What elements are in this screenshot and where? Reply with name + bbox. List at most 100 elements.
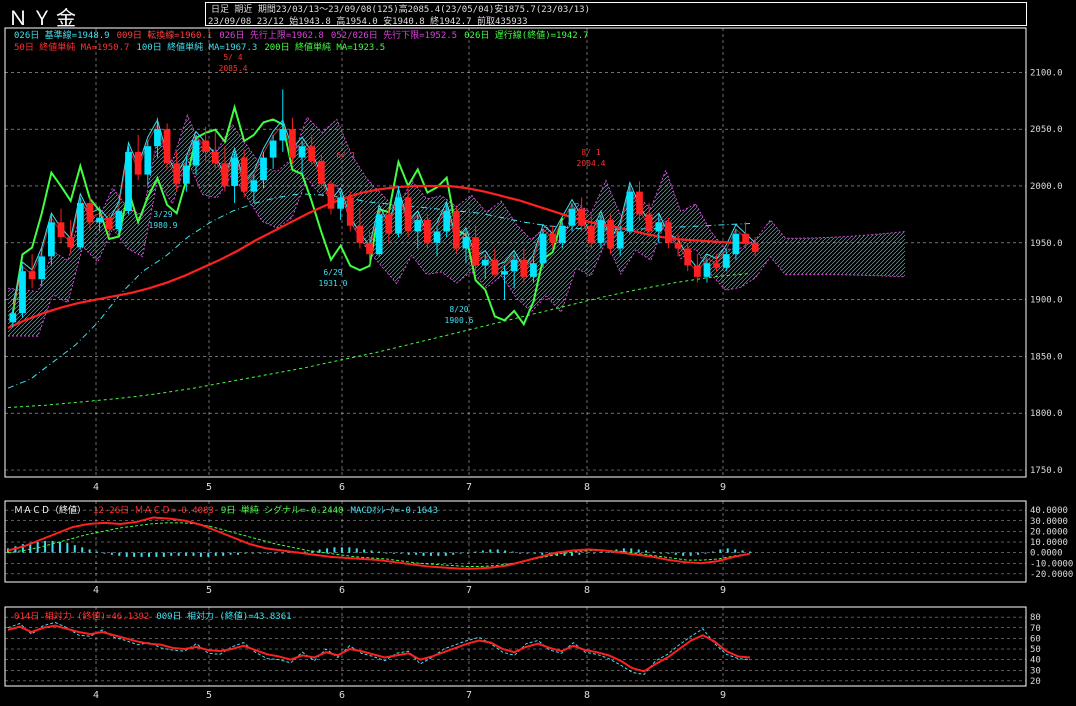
macd-histogram-bar — [162, 552, 165, 557]
candle-down — [163, 129, 171, 164]
annotation-date: 6/ 1 — [336, 151, 355, 160]
candle-up — [626, 191, 634, 232]
macd-histogram-bar — [44, 540, 47, 553]
annotation-price: 1900.6 — [445, 316, 474, 325]
macd-histogram-bar — [444, 552, 447, 556]
macd-histogram-bar — [719, 549, 722, 553]
rsi-x-tick-label: 6 — [339, 690, 345, 701]
macd-histogram-bar — [88, 549, 91, 553]
macd-histogram-bar — [58, 542, 61, 553]
macd-x-tick-label: 9 — [720, 585, 726, 596]
macd-histogram-bar — [73, 545, 76, 553]
x-tick-label: 9 — [720, 482, 726, 493]
macd-histogram-bar — [659, 552, 662, 554]
macd-histogram-bar — [118, 552, 121, 556]
macd-histogram-bar — [170, 552, 173, 556]
macd-histogram-bar — [385, 552, 388, 554]
macd-histogram-bar — [496, 549, 499, 553]
candle-up — [732, 233, 740, 255]
candle-up — [433, 231, 441, 243]
macd-histogram-bar — [378, 551, 380, 553]
macd-histogram-bar — [199, 552, 202, 557]
macd-histogram-bar — [600, 551, 603, 553]
macd-histogram-bar — [474, 551, 477, 553]
candle-up — [568, 208, 576, 226]
rsi-y-tick-label: 40 — [1030, 656, 1041, 666]
candle-down — [86, 203, 94, 223]
x-tick-label: 4 — [93, 482, 99, 493]
macd-histogram-bar — [348, 547, 351, 553]
candle-up — [655, 222, 663, 232]
rsi-x-tick-label: 8 — [584, 690, 590, 701]
macd-histogram-bar — [674, 552, 677, 555]
macd-histogram-bar — [593, 552, 596, 554]
macd-y-tick-label: -20.0000 — [1030, 570, 1073, 580]
macd-line — [7, 516, 751, 570]
macd-histogram-bar — [355, 548, 358, 553]
macd-histogram-bar — [541, 552, 544, 555]
macd-histogram-bar — [518, 552, 521, 554]
candle-down — [587, 225, 595, 243]
candle-up — [501, 271, 508, 275]
candle-down — [105, 217, 113, 230]
macd-y-tick-label: -10.0000 — [1030, 559, 1073, 569]
x-tick-label: 8 — [584, 482, 590, 493]
candle-down — [211, 151, 219, 164]
macd-histogram-bar — [749, 551, 751, 553]
macd-histogram-bar — [363, 549, 366, 553]
candle-down — [607, 220, 614, 249]
candle-down — [636, 191, 643, 215]
macd-histogram-bar — [459, 552, 462, 554]
macd-histogram-bar — [481, 550, 484, 553]
macd-histogram-bar — [222, 552, 225, 556]
candle-up — [414, 220, 422, 232]
candle-up — [703, 263, 711, 277]
macd-histogram-bar — [689, 552, 692, 556]
annotation-date: 3/29 — [153, 210, 172, 219]
candle-up — [48, 222, 55, 257]
main-y-tick-label: 2050.0 — [1030, 125, 1063, 135]
candle-down — [173, 163, 181, 184]
macd-histogram-bar — [207, 552, 210, 557]
rsi9-line — [7, 621, 751, 676]
candle-up — [192, 140, 200, 166]
macd-histogram-bar — [533, 552, 536, 554]
macd-histogram-bar — [452, 552, 455, 555]
macd-histogram-bar — [570, 552, 573, 556]
macd-histogram-bar — [697, 552, 700, 555]
candle-up — [298, 146, 306, 158]
macd-histogram-bar — [103, 552, 106, 554]
candle-down — [491, 259, 499, 275]
macd-histogram-bar — [711, 551, 714, 553]
candle-down — [308, 146, 316, 161]
candle-up — [375, 214, 383, 255]
rsi-x-tick-label: 5 — [206, 690, 212, 701]
macd-histogram-bar — [370, 550, 373, 553]
candle-down — [221, 163, 229, 186]
x-tick-label: 6 — [339, 482, 345, 493]
rsi-x-tick-label: 7 — [466, 690, 472, 701]
macd-histogram-bar — [81, 547, 84, 553]
candle-up — [250, 180, 258, 192]
candle-down — [452, 210, 460, 249]
macd-histogram-bar — [526, 552, 529, 554]
macd-x-tick-label: 8 — [584, 585, 590, 596]
candle-down — [28, 271, 36, 280]
candle-up — [395, 197, 402, 234]
candle-up — [96, 217, 103, 223]
macd-histogram-bar — [244, 552, 247, 554]
candle-down — [404, 197, 412, 232]
macd-histogram-bar — [511, 551, 514, 553]
macd-y-tick-label: 0.0000 — [1030, 549, 1063, 559]
candle-up — [722, 254, 730, 268]
macd-histogram-bar — [51, 540, 54, 553]
x-tick-label: 7 — [466, 482, 472, 493]
candle-down — [57, 222, 65, 238]
rsi-y-tick-label: 70 — [1030, 624, 1041, 634]
macd-histogram-bar — [125, 552, 128, 557]
rsi-y-tick-label: 20 — [1030, 677, 1041, 687]
annotation-date: 8/ 1 — [581, 148, 600, 157]
candle-down — [67, 237, 75, 248]
macd-histogram-bar — [734, 549, 737, 553]
macd-histogram-bar — [652, 551, 655, 553]
